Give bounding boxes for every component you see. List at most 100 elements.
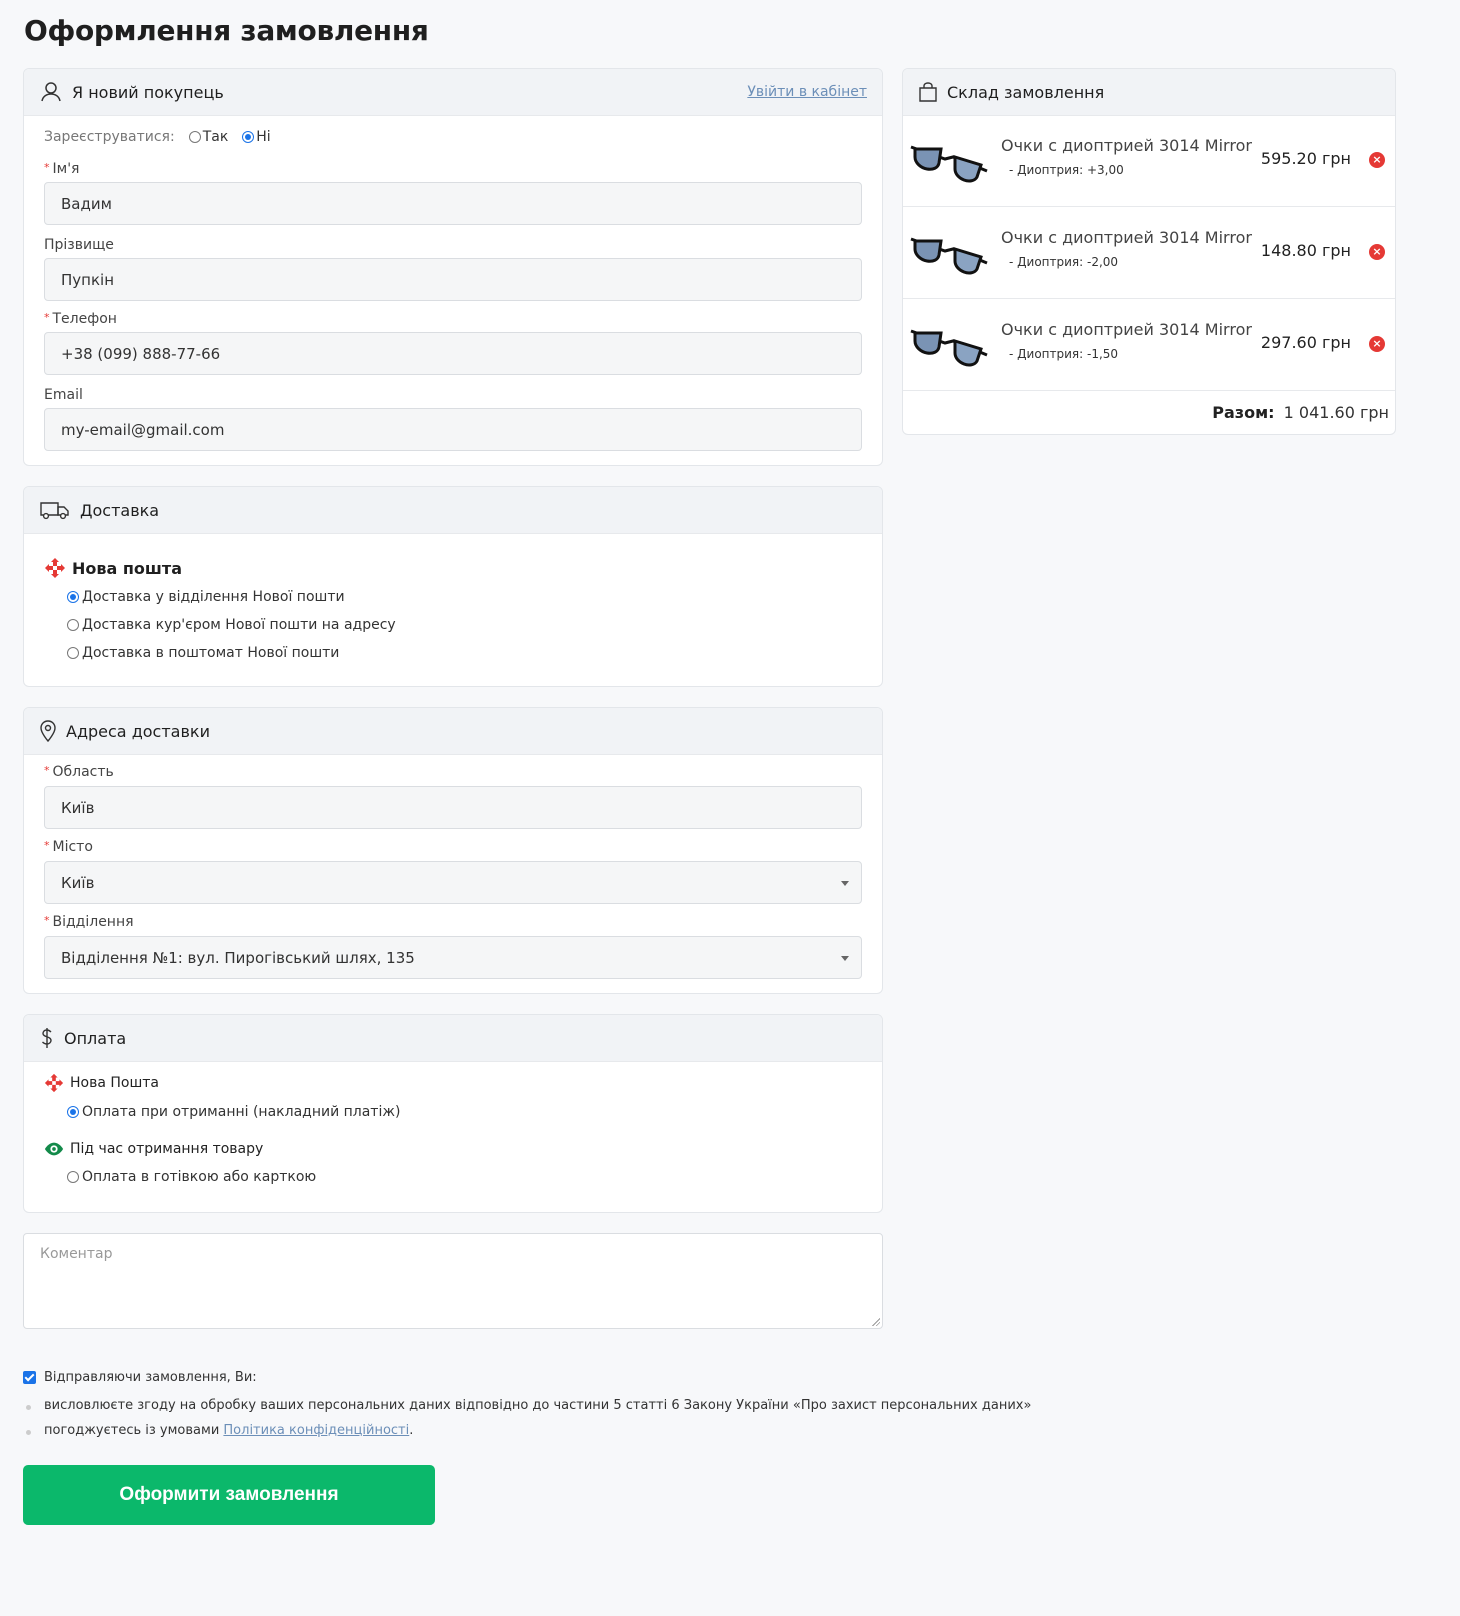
email-input[interactable]: my-email@gmail.com [44, 408, 862, 451]
cart-item: Очки с диоптрией 3014 Mirror - Диоптрия:… [903, 207, 1395, 299]
comment-placeholder: Коментар [40, 1246, 113, 1262]
customer-panel: Я новий покупець Увійти в кабінет Зареєс… [23, 68, 883, 466]
delivery-option-radio[interactable] [67, 591, 79, 603]
remove-item-icon[interactable]: × [1369, 336, 1385, 352]
required-mark: * [44, 839, 50, 852]
required-mark: * [44, 764, 50, 777]
dollar-icon [42, 1028, 52, 1048]
payment-option-cash-card[interactable]: Оплата в готівкою або карткою [67, 1169, 316, 1185]
consent-row[interactable]: Відправляючи замовлення, Ви: [23, 1370, 257, 1385]
cart-item: Очки с диоптрией 3014 Mirror - Диоптрия:… [903, 115, 1395, 207]
privacy-policy-link[interactable]: Політика конфіденційності [223, 1423, 409, 1438]
delivery-option-label[interactable]: Доставка кур'єром Нової пошти на адресу [82, 617, 396, 633]
map-pin-icon [40, 720, 56, 742]
address-panel-header: Адреса доставки [24, 708, 882, 755]
nova-poshta-title: Нова пошта [72, 558, 182, 578]
city-label: * Місто [44, 839, 93, 855]
nova-poshta-icon [45, 558, 65, 578]
remove-item-icon[interactable]: × [1369, 244, 1385, 260]
cart-item-price: 297.60 грн [1260, 333, 1351, 352]
cart-total: Разом: 1 041.60 грн [1212, 403, 1389, 422]
user-icon [41, 82, 61, 102]
region-input[interactable]: Київ [44, 786, 862, 829]
payment-panel-title: Оплата [64, 1028, 127, 1048]
consent-checkbox[interactable] [23, 1371, 36, 1384]
payment-group-on-receipt: Під час отримання товару [44, 1139, 263, 1159]
delivery-option-postomat[interactable]: Доставка в поштомат Нової пошти [67, 645, 339, 661]
delivery-option-label[interactable]: Доставка в поштомат Нової пошти [82, 645, 339, 661]
delivery-option-label[interactable]: Доставка у відділення Нової пошти [82, 589, 345, 605]
login-link[interactable]: Увійти в кабінет [747, 84, 867, 100]
shopping-bag-icon [919, 82, 937, 102]
delivery-panel-title: Доставка [80, 500, 160, 520]
eye-icon [44, 1142, 64, 1156]
register-yes-label[interactable]: Так [203, 129, 229, 145]
required-mark: * [44, 914, 50, 927]
last-name-label: Прізвище [44, 237, 114, 253]
cart-panel-header: Склад замовлення [903, 69, 1395, 116]
address-panel-title: Адреса доставки [66, 721, 210, 741]
comment-textarea[interactable]: Коментар [23, 1233, 883, 1329]
address-panel: Адреса доставки * Область Київ * Місто Киї… [23, 707, 883, 994]
first-name-label: * Ім'я [44, 161, 80, 177]
register-row: Зареєструватися: Так Ні [44, 129, 271, 145]
cart-panel: Склад замовлення Очки с диоптрией 3014 M… [902, 68, 1396, 435]
remove-item-icon[interactable]: × [1369, 152, 1385, 168]
payment-option-label[interactable]: Оплата в готівкою або карткою [82, 1169, 316, 1185]
payment-option-cod[interactable]: Оплата при отриманні (накладний платіж) [67, 1104, 400, 1120]
delivery-option-radio[interactable] [67, 619, 79, 631]
cart-item-price: 148.80 грн [1260, 241, 1351, 260]
consent-bullet-text: висловлюєте згоду на обробку ваших персо… [44, 1398, 1032, 1413]
payment-panel-header: Оплата [24, 1015, 882, 1062]
chevron-down-icon[interactable] [841, 880, 849, 886]
city-select[interactable]: Київ [44, 861, 862, 904]
delivery-option-branch[interactable]: Доставка у відділення Нової пошти [67, 589, 345, 605]
product-image [910, 329, 988, 367]
last-name-input[interactable]: Пупкін [44, 258, 862, 301]
region-label: * Область [44, 764, 114, 780]
consent-bullet: погоджуєтесь із умовами Політика конфіде… [26, 1423, 413, 1438]
cart-item-price: 595.20 грн [1260, 149, 1351, 168]
nova-poshta-icon [44, 1073, 64, 1093]
customer-panel-title: Я новий покупець [72, 82, 224, 102]
payment-option-radio[interactable] [67, 1106, 79, 1118]
product-image [910, 237, 988, 275]
branch-select-value: Відділення №1: вул. Пирогівський шлях, 1… [61, 948, 415, 967]
cart-total-value: 1 041.60 грн [1283, 403, 1389, 422]
required-mark: * [44, 311, 50, 324]
phone-input[interactable]: +38 (099) 888-77-66 [44, 332, 862, 375]
consent-bullet-text: погоджуєтесь із умовами Політика конфіде… [44, 1423, 414, 1438]
cart-item-name[interactable]: Очки с диоптрией 3014 Mirror [1001, 320, 1252, 339]
register-no-radio[interactable] [242, 131, 255, 143]
payment-option-radio[interactable] [67, 1171, 79, 1183]
delivery-option-courier[interactable]: Доставка кур'єром Нової пошти на адресу [67, 617, 396, 633]
resize-handle-icon[interactable] [872, 1318, 880, 1326]
cart-item-option: - Диоптрия: -2,00 [1009, 255, 1119, 269]
payment-group-nova-poshta: Нова Пошта [44, 1073, 159, 1093]
required-mark: * [44, 161, 50, 174]
cart-item: Очки с диоптрией 3014 Mirror - Диоптрия:… [903, 299, 1395, 391]
payment-option-label[interactable]: Оплата при отриманні (накладний платіж) [82, 1104, 400, 1120]
cart-total-label: Разом: [1212, 403, 1275, 422]
payment-panel: Оплата Нова Пошта Оплата при отриманні (… [23, 1014, 883, 1213]
submit-order-button[interactable]: Оформити замовлення [23, 1465, 435, 1525]
delivery-panel: Доставка Нова пошта Доставка у відділенн… [23, 486, 883, 687]
cart-panel-title: Склад замовлення [947, 82, 1105, 102]
delivery-option-radio[interactable] [67, 647, 79, 659]
register-yes-radio[interactable] [188, 131, 201, 143]
payment-group-title: Нова Пошта [70, 1075, 160, 1091]
cart-item-name[interactable]: Очки с диоптрией 3014 Mirror [1001, 136, 1252, 155]
phone-label: * Телефон [44, 311, 117, 327]
cart-item-option: - Диоптрия: +3,00 [1009, 163, 1124, 177]
register-label: Зареєструватися: [44, 129, 175, 145]
register-no-label[interactable]: Ні [256, 129, 270, 145]
chevron-down-icon[interactable] [841, 955, 849, 961]
product-image [910, 145, 988, 183]
branch-label: * Відділення [44, 914, 134, 930]
city-select-value: Київ [61, 873, 95, 892]
cart-item-name[interactable]: Очки с диоптрией 3014 Mirror [1001, 228, 1252, 247]
cart-item-option: - Диоптрия: -1,50 [1009, 347, 1119, 361]
payment-group-title: Під час отримання товару [70, 1141, 264, 1157]
first-name-input[interactable]: Вадим [44, 182, 862, 225]
branch-select[interactable]: Відділення №1: вул. Пирогівський шлях, 1… [44, 936, 862, 979]
